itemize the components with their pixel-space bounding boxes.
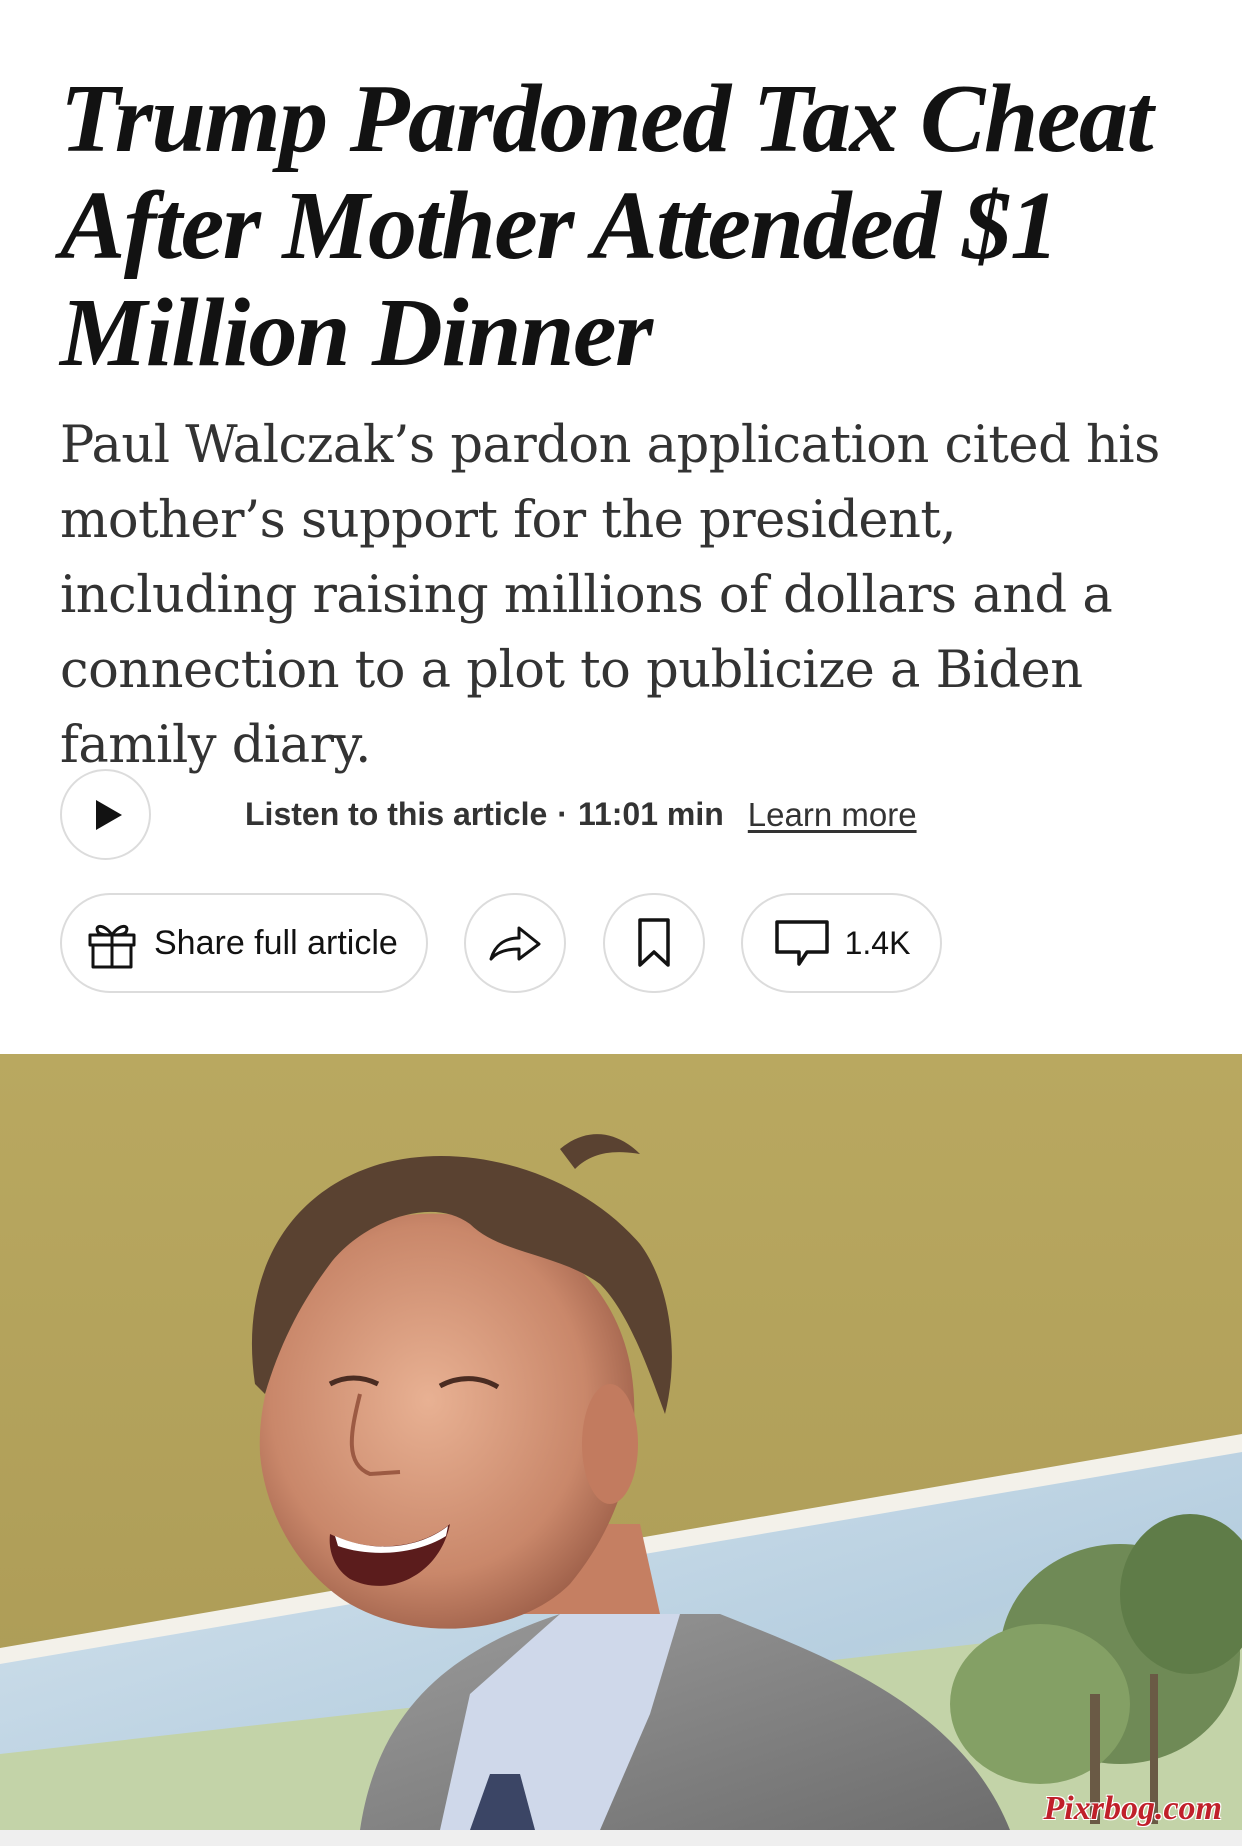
article-photo: Pixrbog.com xyxy=(0,1054,1242,1830)
save-button[interactable] xyxy=(603,893,705,993)
comments-button[interactable]: 1.4K xyxy=(741,893,942,993)
photo-illustration xyxy=(0,1054,1242,1830)
audio-player-row: Listen to this article · 11:01 min Learn… xyxy=(60,767,1180,862)
share-full-article-label: Share full article xyxy=(154,923,398,962)
article-summary: Paul Walczak’s pardon application cited … xyxy=(60,416,1160,775)
share-button[interactable] xyxy=(464,893,566,993)
article-headline: Trump Pardoned Tax Cheat After Mother At… xyxy=(60,65,1154,387)
bookmark-icon xyxy=(638,918,670,967)
photo-watermark: Pixrbog.com xyxy=(1043,1790,1222,1827)
listen-separator: · xyxy=(557,796,568,832)
play-icon xyxy=(95,799,122,830)
share-full-article-button[interactable]: Share full article xyxy=(60,893,428,993)
comment-count: 1.4K xyxy=(844,924,911,961)
learn-more-link[interactable]: Learn more xyxy=(748,796,917,834)
bottom-strip xyxy=(0,1830,1242,1846)
listen-label[interactable]: Listen to this article xyxy=(245,796,547,833)
listen-duration: 11:01 min xyxy=(577,796,724,832)
gift-icon xyxy=(88,924,136,969)
comment-icon xyxy=(774,920,829,966)
article-actions: Share full article 1.4K xyxy=(60,893,1180,995)
play-button[interactable] xyxy=(60,769,151,860)
share-arrow-icon xyxy=(489,926,541,961)
